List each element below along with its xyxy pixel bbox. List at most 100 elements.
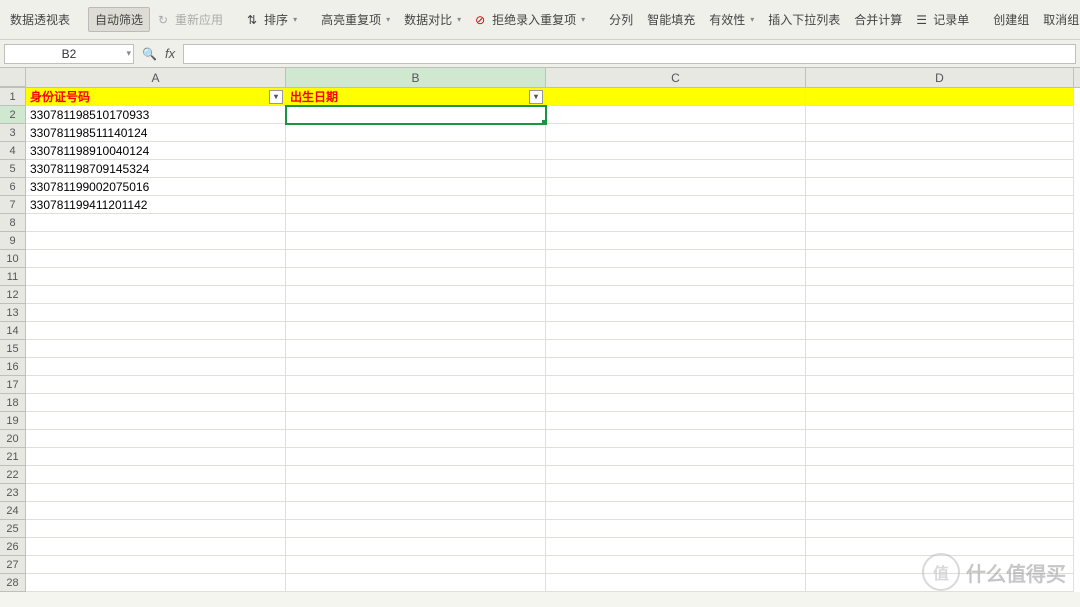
cell-D8[interactable] xyxy=(806,214,1074,232)
cell-B23[interactable] xyxy=(286,484,546,502)
cell-B12[interactable] xyxy=(286,286,546,304)
cell-B19[interactable] xyxy=(286,412,546,430)
row-header[interactable]: 5 xyxy=(0,160,26,178)
cell-A1[interactable]: 身份证号码▾ xyxy=(26,88,286,106)
select-all-corner[interactable] xyxy=(0,68,26,87)
cell-A26[interactable] xyxy=(26,538,286,556)
cell-A18[interactable] xyxy=(26,394,286,412)
search-icon[interactable]: 🔍 xyxy=(142,47,157,61)
cell-A27[interactable] xyxy=(26,556,286,574)
row-header[interactable]: 16 xyxy=(0,358,26,376)
cell-B22[interactable] xyxy=(286,466,546,484)
cell-D24[interactable] xyxy=(806,502,1074,520)
formula-input[interactable] xyxy=(183,44,1076,64)
cell-D6[interactable] xyxy=(806,178,1074,196)
cell-D15[interactable] xyxy=(806,340,1074,358)
fx-icon[interactable]: fx xyxy=(165,46,175,61)
cell-C16[interactable] xyxy=(546,358,806,376)
cell-B27[interactable] xyxy=(286,556,546,574)
cell-D5[interactable] xyxy=(806,160,1074,178)
row-header[interactable]: 26 xyxy=(0,538,26,556)
cell-D12[interactable] xyxy=(806,286,1074,304)
row-header[interactable]: 4 xyxy=(0,142,26,160)
cell-A22[interactable] xyxy=(26,466,286,484)
cell-A4[interactable]: 330781198910040124 xyxy=(26,142,286,160)
cell-C6[interactable] xyxy=(546,178,806,196)
reject-dup-button[interactable]: ⊘拒绝录入重复项▾ xyxy=(469,8,591,31)
row-header[interactable]: 3 xyxy=(0,124,26,142)
cell-B5[interactable] xyxy=(286,160,546,178)
chevron-down-icon[interactable]: ▾ xyxy=(126,48,131,59)
cell-D7[interactable] xyxy=(806,196,1074,214)
cell-C4[interactable] xyxy=(546,142,806,160)
cell-A15[interactable] xyxy=(26,340,286,358)
row-header[interactable]: 21 xyxy=(0,448,26,466)
row-header[interactable]: 1 xyxy=(0,88,26,106)
cell-D9[interactable] xyxy=(806,232,1074,250)
cell-B3[interactable] xyxy=(286,124,546,142)
cell-C9[interactable] xyxy=(546,232,806,250)
row-header[interactable]: 2 xyxy=(0,106,26,124)
row-header[interactable]: 19 xyxy=(0,412,26,430)
reapply-button[interactable]: ↻重新应用 xyxy=(152,8,229,31)
cell-B7[interactable] xyxy=(286,196,546,214)
group-button[interactable]: 创建组 xyxy=(987,8,1035,31)
cell-C23[interactable] xyxy=(546,484,806,502)
cell-C3[interactable] xyxy=(546,124,806,142)
cell-A6[interactable]: 330781199002075016 xyxy=(26,178,286,196)
cell-A20[interactable] xyxy=(26,430,286,448)
row-header[interactable]: 20 xyxy=(0,430,26,448)
row-header[interactable]: 22 xyxy=(0,466,26,484)
cell-A17[interactable] xyxy=(26,376,286,394)
row-header[interactable]: 14 xyxy=(0,322,26,340)
cell-C11[interactable] xyxy=(546,268,806,286)
cell-C25[interactable] xyxy=(546,520,806,538)
cell-A23[interactable] xyxy=(26,484,286,502)
cell-C22[interactable] xyxy=(546,466,806,484)
cell-B8[interactable] xyxy=(286,214,546,232)
cell-D3[interactable] xyxy=(806,124,1074,142)
cell-D20[interactable] xyxy=(806,430,1074,448)
cell-A19[interactable] xyxy=(26,412,286,430)
cell-D10[interactable] xyxy=(806,250,1074,268)
row-header[interactable]: 18 xyxy=(0,394,26,412)
cell-C2[interactable] xyxy=(546,106,806,124)
cell-B15[interactable] xyxy=(286,340,546,358)
row-header[interactable]: 9 xyxy=(0,232,26,250)
cell-C24[interactable] xyxy=(546,502,806,520)
smart-fill-button[interactable]: 智能填充 xyxy=(641,8,701,31)
split-column-button[interactable]: 分列 xyxy=(603,8,639,31)
row-header[interactable]: 27 xyxy=(0,556,26,574)
highlight-dup-button[interactable]: 高亮重复项▾ xyxy=(315,8,396,31)
auto-filter-button[interactable]: 自动筛选 xyxy=(88,7,150,32)
cell-B17[interactable] xyxy=(286,376,546,394)
cell-B14[interactable] xyxy=(286,322,546,340)
row-header[interactable]: 15 xyxy=(0,340,26,358)
cell-D1[interactable] xyxy=(806,88,1074,106)
row-header[interactable]: 24 xyxy=(0,502,26,520)
cell-C5[interactable] xyxy=(546,160,806,178)
cell-D4[interactable] xyxy=(806,142,1074,160)
cell-C15[interactable] xyxy=(546,340,806,358)
row-header[interactable]: 17 xyxy=(0,376,26,394)
row-header[interactable]: 6 xyxy=(0,178,26,196)
cell-B4[interactable] xyxy=(286,142,546,160)
cell-B26[interactable] xyxy=(286,538,546,556)
cell-D17[interactable] xyxy=(806,376,1074,394)
cell-C17[interactable] xyxy=(546,376,806,394)
cell-B11[interactable] xyxy=(286,268,546,286)
row-header[interactable]: 7 xyxy=(0,196,26,214)
cell-C12[interactable] xyxy=(546,286,806,304)
row-header[interactable]: 23 xyxy=(0,484,26,502)
col-header-C[interactable]: C xyxy=(546,68,806,87)
cell-B18[interactable] xyxy=(286,394,546,412)
cell-D19[interactable] xyxy=(806,412,1074,430)
cell-B25[interactable] xyxy=(286,520,546,538)
cell-D13[interactable] xyxy=(806,304,1074,322)
ungroup-button[interactable]: 取消组合▾ xyxy=(1037,8,1080,31)
row-header[interactable]: 8 xyxy=(0,214,26,232)
cell-A3[interactable]: 330781198511140124 xyxy=(26,124,286,142)
cell-A12[interactable] xyxy=(26,286,286,304)
pivot-table-button[interactable]: 数据透视表 xyxy=(4,8,76,31)
cell-A16[interactable] xyxy=(26,358,286,376)
